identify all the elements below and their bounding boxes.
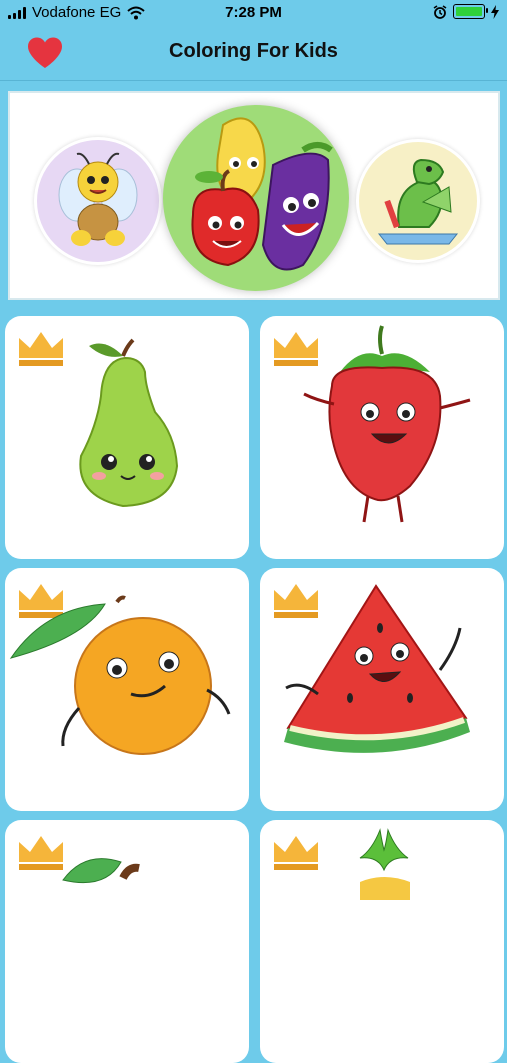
clock: 7:28 PM	[225, 4, 282, 21]
fruits-category-icon[interactable]	[163, 105, 349, 291]
category-carousel[interactable]	[8, 91, 500, 300]
dragon-category-icon[interactable]	[356, 139, 480, 263]
coloring-card-pineapple[interactable]	[260, 820, 504, 1063]
cherry-icon	[62, 858, 140, 884]
strawberry-icon	[303, 325, 471, 523]
coloring-card-watermelon[interactable]	[260, 568, 504, 811]
status-right	[433, 4, 499, 19]
nav-bar: Coloring For Kids	[0, 26, 507, 81]
pineapple-icon	[359, 828, 410, 900]
watermelon-icon	[284, 584, 470, 753]
coloring-card-pear[interactable]	[5, 316, 249, 559]
coloring-card-cherry[interactable]	[5, 820, 249, 1063]
coloring-card-strawberry[interactable]	[260, 316, 504, 559]
coloring-card-orange[interactable]	[5, 568, 249, 811]
status-bar: Vodafone EG 7:28 PM	[0, 0, 507, 26]
alarm-icon	[433, 4, 447, 19]
orange-icon	[9, 595, 231, 755]
charging-icon	[491, 4, 499, 19]
pear-icon	[79, 338, 179, 508]
battery-icon	[453, 4, 488, 19]
bee-category-icon[interactable]	[34, 137, 162, 265]
page-title: Coloring For Kids	[169, 40, 338, 62]
